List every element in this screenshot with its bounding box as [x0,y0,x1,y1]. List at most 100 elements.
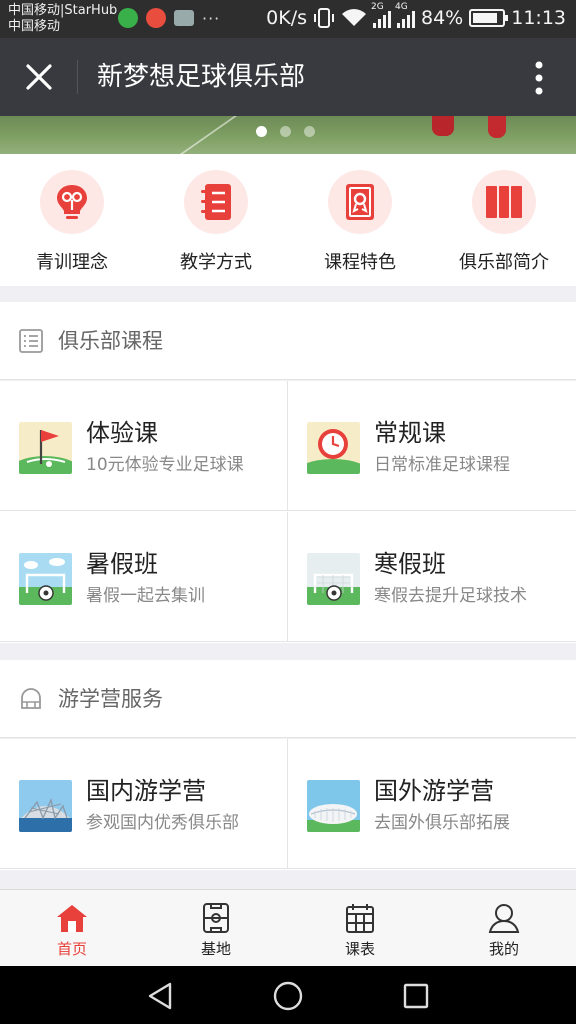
more-options-button[interactable] [524,58,554,98]
more-notifications-icon: ··· [202,8,221,28]
camps-section-header: 游学营服务 [0,660,576,738]
course-subtitle: 10元体验专业足球课 [86,455,244,475]
section-title: 俱乐部课程 [58,329,163,353]
course-subtitle: 暑假一起去集训 [86,586,205,606]
quick-nav-label: 教学方式 [180,252,252,273]
tab-icon-wrap [343,902,377,934]
carousel-dot[interactable] [280,126,291,137]
quick-nav-teaching[interactable]: 教学方式 [144,154,288,286]
close-button[interactable] [18,56,60,98]
course-summer[interactable]: 暑假班 暑假一起去集训 [0,512,287,642]
flag-field-icon [19,422,72,474]
signal-4g: 4G [395,2,415,28]
camp-title: 国内游学营 [86,777,206,805]
goal-summer-icon [19,553,72,605]
carousel-indicators [256,126,315,137]
course-title: 暑假班 [86,550,158,578]
birds-nest-stadium-icon [19,780,72,832]
clock-field-icon [307,422,360,474]
quick-nav-icon-bg [472,170,536,234]
carrier-line-1: 中国移动|StarHub [8,3,118,18]
carousel-dot[interactable] [256,126,267,137]
book-icon [486,186,522,218]
tab-icon-wrap [199,902,233,934]
back-triangle-icon [148,982,172,1010]
system-nav-bar [0,966,576,1024]
home-icon [57,905,87,932]
quick-nav-club-intro[interactable]: 俱乐部简介 [432,154,576,286]
tab-label: 首页 [56,940,87,958]
quick-nav-label: 青训理念 [36,252,108,273]
page-title: 新梦想足球俱乐部 [97,62,306,92]
whatsapp-icon [118,8,138,28]
quick-nav-label: 俱乐部简介 [459,252,549,273]
player-boot-image [432,116,454,136]
camp-overseas[interactable]: 国外游学营 去国外俱乐部拓展 [287,739,576,869]
quick-nav-icon-bg [40,170,104,234]
carousel-dot[interactable] [304,126,315,137]
home-button[interactable] [270,978,306,1014]
quick-nav-label: 课程特色 [324,252,396,273]
weibo-icon [146,8,166,28]
camp-domestic[interactable]: 国内游学营 参观国内优秀俱乐部 [0,739,287,869]
carrier-line-2: 中国移动 [8,19,61,34]
message-icon [174,10,194,26]
camp-subtitle: 参观国内优秀俱乐部 [86,813,239,833]
courses-grid: 体验课 10元体验专业足球课 常规课 日常标准足球课程 暑假班 暑假一起去集训 … [0,381,576,643]
quick-nav-philosophy[interactable]: 青训理念 [0,154,144,286]
banner-carousel[interactable] [0,116,576,154]
battery-percent: 84% [421,7,464,29]
title-bar: 新梦想足球俱乐部 [0,38,576,116]
tab-me[interactable]: 我的 [432,890,576,966]
quick-nav-icon-bg [184,170,248,234]
wifi-icon [342,9,366,26]
lightbulb-icon [57,185,87,219]
goal-winter-icon [307,553,360,605]
course-subtitle: 寒假去提升足球技术 [374,586,527,606]
tab-base[interactable]: 基地 [144,890,288,966]
back-button[interactable] [142,978,178,1014]
home-circle-icon [273,981,303,1011]
tab-label: 我的 [488,940,519,958]
course-regular[interactable]: 常规课 日常标准足球课程 [287,381,576,511]
recents-button[interactable] [398,978,434,1014]
bag-icon [21,688,41,709]
tab-home[interactable]: 首页 [0,890,144,966]
camp-title: 国外游学营 [374,777,494,805]
vertical-dots-icon [535,61,543,95]
quick-nav-features[interactable]: 课程特色 [288,154,432,286]
network-2g-label: 2G [371,2,384,12]
quick-nav-icon-bg [328,170,392,234]
course-title: 常规课 [374,419,446,447]
certificate-icon [346,184,374,220]
vibrate-icon [314,8,334,28]
field-icon [203,903,229,933]
recents-square-icon [403,983,429,1009]
field-line [122,116,238,154]
section-title: 游学营服务 [58,687,163,711]
course-winter[interactable]: 寒假班 寒假去提升足球技术 [287,512,576,642]
signal-2g: 2G [371,2,391,28]
quick-nav: 青训理念 教学方式 课程特色 俱乐部简介 [0,154,576,286]
status-bar: 中国移动|StarHub 中国移动 ··· 0K/s 2G 4G 84% 11:… [0,0,576,38]
bottom-tab-bar: 首页 基地 课表 我的 [0,889,576,966]
course-title: 寒假班 [374,550,446,578]
notebook-icon [201,184,231,220]
battery-level [473,13,497,23]
tab-icon-wrap [487,902,521,934]
courses-section-header: 俱乐部课程 [0,302,576,380]
tab-icon-wrap [55,902,89,934]
calendar-icon [346,904,374,933]
tab-schedule[interactable]: 课表 [288,890,432,966]
tab-label: 课表 [344,940,375,958]
close-icon [26,64,52,90]
battery-icon [469,9,509,27]
course-title: 体验课 [86,419,158,447]
tab-label: 基地 [200,940,231,958]
player-boot-image [488,116,506,138]
course-trial[interactable]: 体验课 10元体验专业足球课 [0,381,287,511]
list-icon [19,329,43,353]
title-divider [77,60,78,94]
network-4g-label: 4G [395,2,408,12]
camps-grid: 国内游学营 参观国内优秀俱乐部 国外游学营 去国外俱乐部拓展 [0,739,576,870]
